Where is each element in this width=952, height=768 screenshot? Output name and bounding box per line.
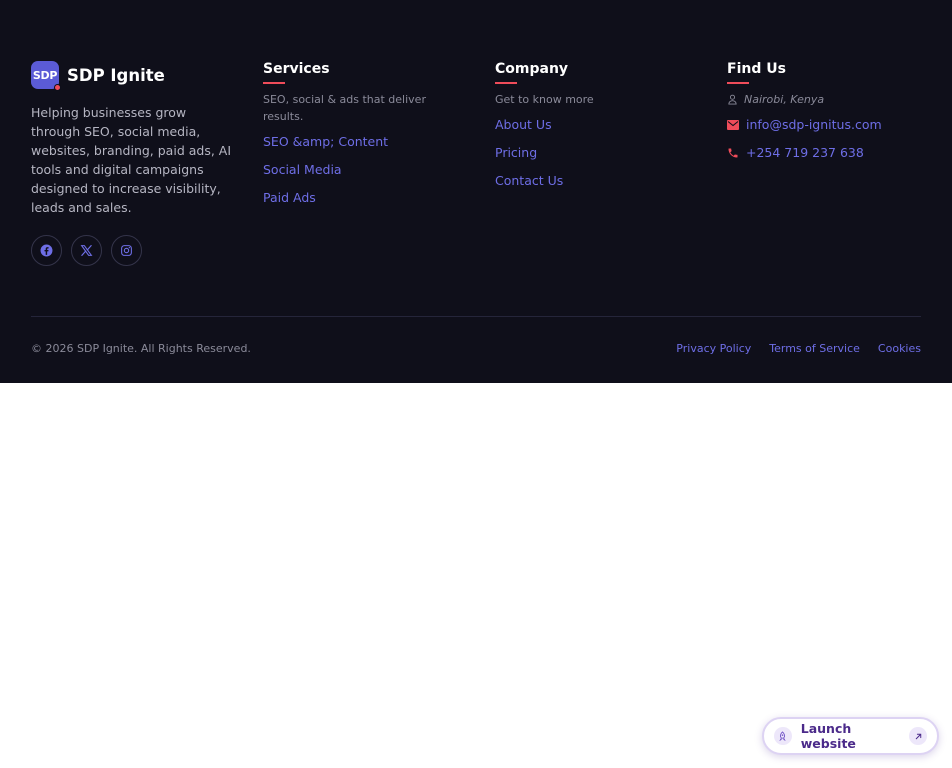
rocket-icon [779,730,787,741]
company-link-contact-us[interactable]: Contact Us [495,173,670,188]
terms-of-service-link[interactable]: Terms of Service [769,342,860,356]
company-column: Company Get to know more About Us Pricin… [495,61,670,201]
company-link-about-us[interactable]: About Us [495,117,670,132]
phone-text: +254 719 237 638 [746,145,864,160]
x-twitter-icon [80,245,93,256]
arrow-up-right-icon [909,727,927,745]
cookies-link[interactable]: Cookies [878,342,921,356]
instagram-button[interactable] [111,235,142,266]
brand[interactable]: SDP SDP Ignite [31,61,236,91]
x-twitter-button[interactable] [71,235,102,266]
company-link-pricing[interactable]: Pricing [495,145,670,160]
company-title: Company [495,61,569,77]
legal-links: Privacy Policy Terms of Service Cookies [676,342,921,356]
location-text: Nairobi, Kenya [744,93,825,106]
launch-website-label: Launch website [800,721,856,751]
footer-divider [31,316,921,317]
location: Nairobi, Kenya [727,91,902,108]
find-us-title-underline [727,82,749,84]
find-us-column: Find Us Nairobi, Kenya info@sdp-ignitus.… [727,61,902,173]
services-column: Services SEO, social & ads that deliver … [263,61,438,218]
rocket-icon-wrapper [774,727,792,745]
logo-text: SDP [32,68,58,82]
company-links: About Us Pricing Contact Us [495,117,670,188]
find-us-title: Find Us [727,61,786,77]
facebook-icon [40,244,53,257]
instagram-icon [121,245,132,256]
launch-website-button[interactable]: Launch website [762,717,939,755]
email-text: info@sdp-ignitus.com [746,117,882,132]
site-footer: SDP SDP Ignite Helping businesses grow t… [0,0,952,383]
services-title: Services [263,61,330,77]
services-links: SEO &amp; Content Social Media Paid Ads [263,134,438,205]
phone-contact[interactable]: +254 719 237 638 [727,145,902,160]
person-pin-icon [728,94,737,105]
brand-column: SDP SDP Ignite Helping businesses grow t… [31,61,236,266]
facebook-button[interactable] [31,235,62,266]
services-subtitle: SEO, social & ads that deliver results. [263,93,426,123]
envelope-icon [727,119,739,130]
copyright: © 2026 SDP Ignite. All Rights Reserved. [31,342,251,355]
services-link-social-media[interactable]: Social Media [263,162,438,177]
company-title-underline [495,82,517,84]
services-link-paid-ads[interactable]: Paid Ads [263,190,438,205]
contact-list: info@sdp-ignitus.com +254 719 237 638 [727,117,902,160]
brand-description: Helping businesses grow through SEO, soc… [31,105,232,215]
services-link-seo-content[interactable]: SEO &amp; Content [263,134,438,149]
company-subtitle: Get to know more [495,93,594,106]
phone-icon [728,148,738,157]
services-title-underline [263,82,285,84]
email-contact[interactable]: info@sdp-ignitus.com [727,117,902,132]
logo-badge: SDP [31,61,61,91]
brand-name: SDP Ignite [67,65,165,85]
privacy-policy-link[interactable]: Privacy Policy [676,342,751,356]
logo-dot [54,84,61,91]
social-links [31,235,236,266]
